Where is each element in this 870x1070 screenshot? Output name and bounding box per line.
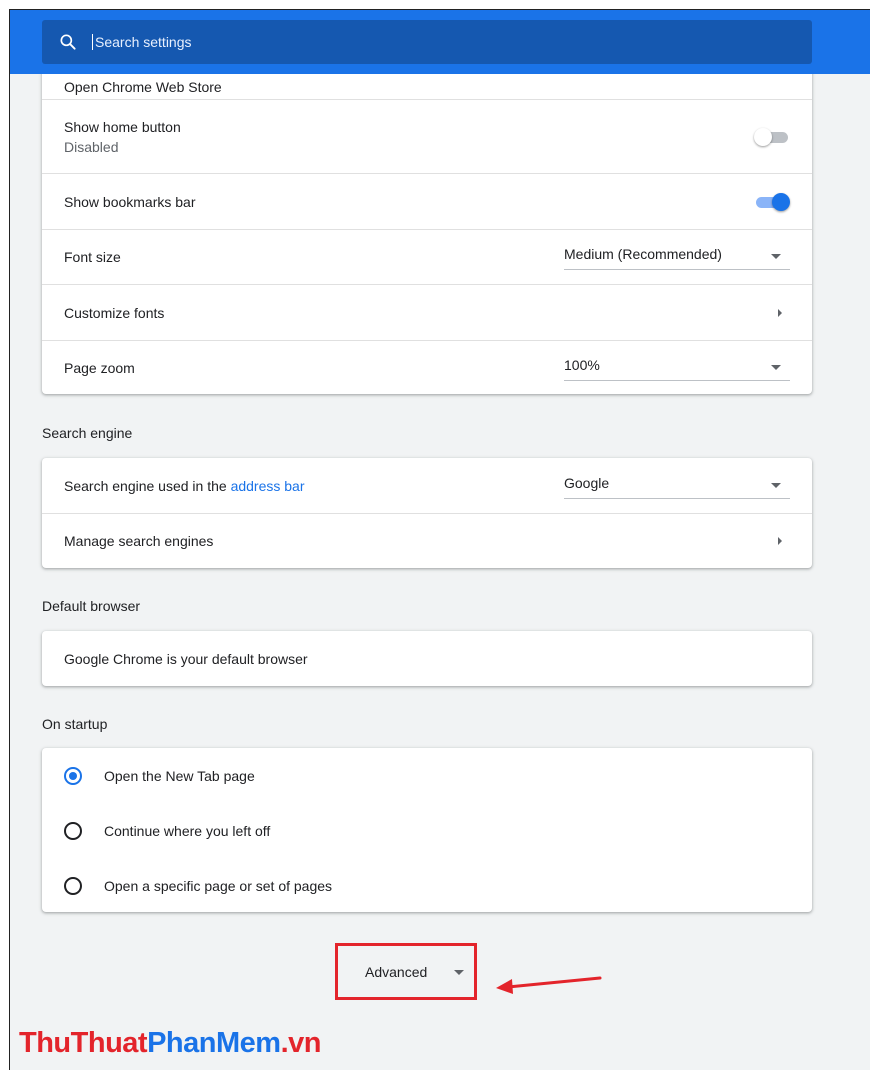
watermark-part-2: PhanMem (147, 1027, 281, 1059)
bookmarks-bar-row[interactable]: Show bookmarks bar (42, 173, 812, 229)
chevron-down-icon (454, 970, 464, 975)
home-button-toggle[interactable] (754, 127, 790, 147)
on-startup-heading: On startup (42, 716, 108, 732)
search-box[interactable] (42, 20, 812, 64)
bookmarks-bar-toggle[interactable] (754, 192, 790, 212)
watermark-part-3: .vn (280, 1027, 322, 1059)
chevron-right-icon (778, 308, 782, 317)
search-engine-heading: Search engine (42, 425, 133, 441)
radio-button[interactable] (64, 766, 82, 785)
customize-fonts-label: Customize fonts (64, 304, 165, 321)
manage-search-engines-label: Manage search engines (64, 533, 214, 549)
page-zoom-row: Page zoom 100% (42, 340, 812, 394)
chevron-right-icon (778, 537, 782, 545)
chevron-down-icon (771, 482, 781, 488)
home-button-label: Show home button (64, 118, 181, 135)
startup-option-specific-pages[interactable]: Open a specific page or set of pages (42, 858, 812, 913)
default-browser-heading: Default browser (42, 598, 141, 614)
radio-button[interactable] (64, 821, 82, 840)
font-size-select[interactable]: Medium (Recommended) (564, 244, 790, 270)
manage-search-engines-row[interactable]: Manage search engines (42, 513, 812, 568)
search-engine-label: Search engine used in the address bar (64, 478, 305, 494)
customize-fonts-row[interactable]: Customize fonts (42, 284, 812, 340)
page-zoom-value: 100% (564, 356, 600, 373)
settings-toolbar (10, 10, 870, 74)
font-size-row: Font size Medium (Recommended) (42, 229, 812, 284)
page-zoom-label: Page zoom (64, 359, 135, 376)
radio-button[interactable] (64, 876, 82, 895)
page-zoom-select[interactable]: 100% (564, 355, 790, 381)
startup-option-label: Open a specific page or set of pages (104, 877, 333, 894)
advanced-highlight-box: Advanced (335, 943, 477, 1000)
settings-window: Open Chrome Web Store Show home button D… (9, 9, 870, 1070)
search-engine-select[interactable]: Google (564, 473, 790, 499)
annotation-arrow-icon (496, 976, 602, 994)
search-engine-row: Search engine used in the address bar Go… (42, 458, 812, 513)
default-browser-card: Google Chrome is your default browser (42, 631, 812, 686)
chevron-down-icon (771, 364, 781, 370)
font-size-label: Font size (64, 249, 121, 265)
watermark-logo: ThuThuatPhanMem.vn (19, 1027, 321, 1060)
advanced-label: Advanced (365, 963, 428, 980)
home-button-row[interactable]: Show home button Disabled (42, 99, 812, 173)
startup-option-label: Continue where you left off (104, 822, 271, 839)
startup-option-continue[interactable]: Continue where you left off (42, 803, 812, 858)
address-bar-link[interactable]: address bar (231, 478, 305, 494)
appearance-card: Open Chrome Web Store Show home button D… (42, 50, 812, 394)
default-browser-row: Google Chrome is your default browser (42, 631, 812, 686)
bookmarks-bar-label: Show bookmarks bar (64, 193, 196, 210)
search-input[interactable] (92, 34, 692, 50)
startup-option-label: Open the New Tab page (104, 767, 255, 784)
search-engine-card: Search engine used in the address bar Go… (42, 458, 812, 568)
search-icon (60, 34, 76, 50)
font-size-value: Medium (Recommended) (564, 246, 722, 262)
watermark-part-1: ThuThuat (19, 1027, 148, 1059)
search-engine-label-text: Search engine used in the (64, 477, 231, 494)
startup-option-new-tab[interactable]: Open the New Tab page (42, 748, 812, 803)
home-button-status: Disabled (64, 138, 119, 155)
chevron-down-icon (771, 254, 781, 259)
search-engine-value: Google (564, 474, 610, 491)
default-browser-status: Google Chrome is your default browser (64, 650, 308, 667)
on-startup-card: Open the New Tab page Continue where you… (42, 748, 812, 912)
